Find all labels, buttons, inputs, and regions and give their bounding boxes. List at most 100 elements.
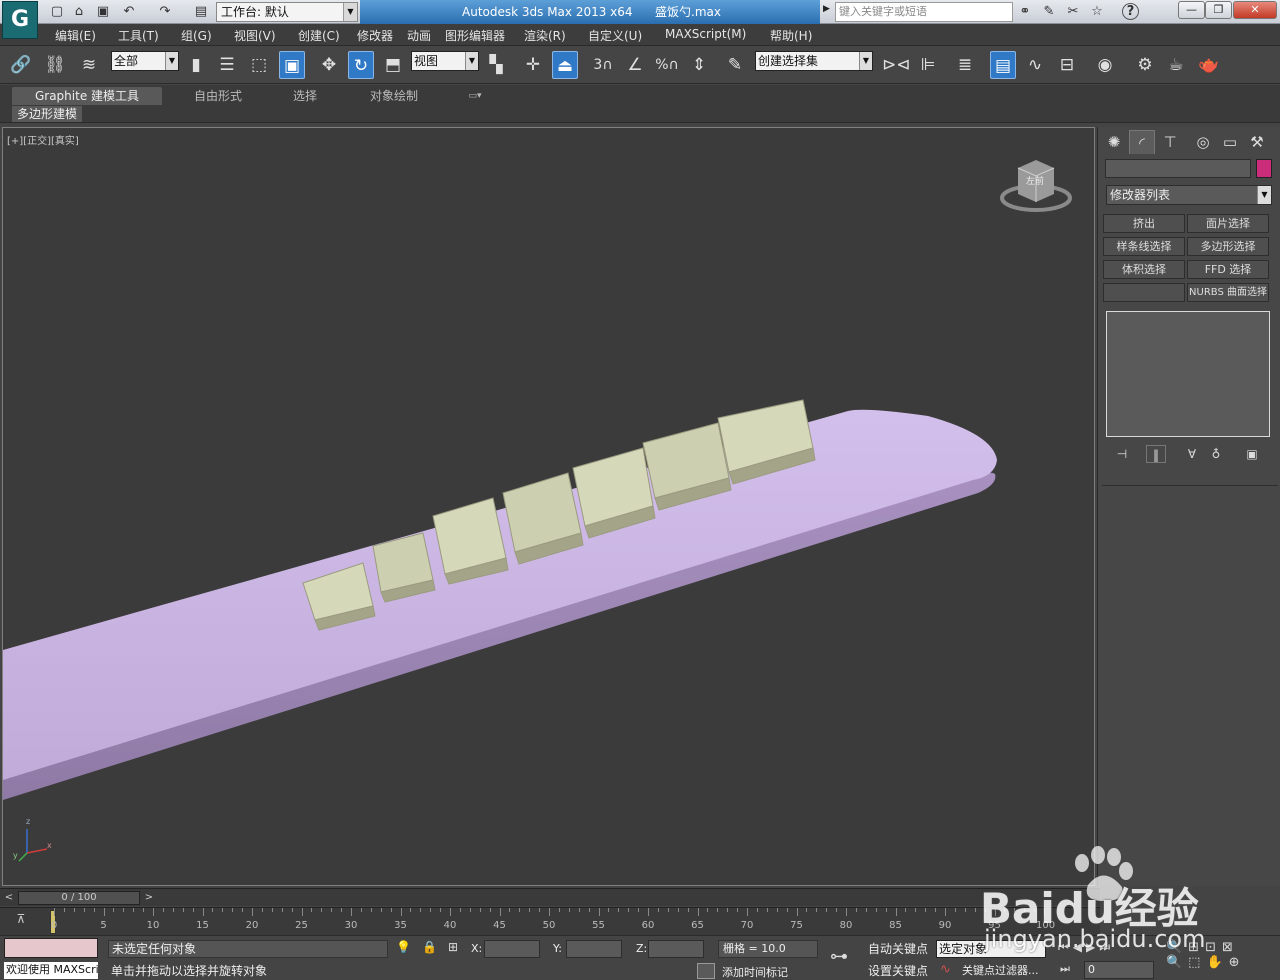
panel-polygon-modeling[interactable]: 多边形建模	[12, 106, 82, 122]
unlink-icon[interactable]: ⛓	[42, 51, 68, 79]
select-and-link-icon[interactable]: 🔗	[8, 51, 34, 79]
time-slider-thumb[interactable]: 0 / 100	[18, 891, 140, 905]
tab-freeform[interactable]: 自由形式	[170, 87, 266, 105]
window-crossing-icon[interactable]: ▣	[279, 51, 305, 79]
set-key-icon[interactable]: ⊶	[830, 946, 848, 967]
modify-tab-icon[interactable]: ◜	[1129, 130, 1155, 154]
viewcube[interactable]: 左前	[1000, 158, 1076, 218]
manipulate-icon[interactable]: ✛	[520, 51, 546, 79]
workspace-dropdown[interactable]: 工作台: 默认 ▼	[216, 2, 358, 22]
nurbs-surface-select-button[interactable]: NURBS 曲面选择	[1187, 283, 1269, 302]
select-object-icon[interactable]: ▮	[183, 51, 209, 79]
modifier-list-dropdown[interactable]: 修改器列表 ▼	[1106, 185, 1272, 205]
select-and-rotate-icon[interactable]: ↻	[348, 51, 374, 79]
menu-views[interactable]: 视图(V)	[234, 27, 276, 44]
menu-animation[interactable]: 动画	[407, 27, 431, 44]
close-button[interactable]: ✕	[1233, 1, 1277, 19]
auto-key-button[interactable]: 自动关键点	[868, 940, 928, 958]
remove-modifier-icon[interactable]: ♁	[1206, 445, 1226, 463]
menu-tools[interactable]: 工具(T)	[118, 27, 159, 44]
object-name-field[interactable]	[1105, 159, 1251, 178]
menu-rendering[interactable]: 渲染(R)	[524, 27, 566, 44]
pin-stack-icon[interactable]: ⊣	[1112, 445, 1132, 463]
subscription-icon[interactable]: ✎	[1040, 3, 1058, 21]
key-mode-icon[interactable]: ⏭	[1060, 962, 1070, 976]
empty-modifier-button[interactable]	[1103, 283, 1185, 302]
poly-select-button[interactable]: 多边形选择	[1187, 237, 1269, 256]
motion-tab-icon[interactable]: ◎	[1190, 130, 1216, 154]
communication-icon[interactable]: ✂	[1064, 3, 1082, 21]
spinner-snap-icon[interactable]: ⇕	[686, 51, 712, 79]
configure-modifier-sets-icon[interactable]: ▣	[1242, 445, 1262, 463]
graphite-toggle-icon[interactable]: ▤	[990, 51, 1016, 79]
menu-maxscript[interactable]: MAXScript(M)	[665, 27, 746, 41]
add-time-tag-button[interactable]: 添加时间标记	[722, 964, 788, 980]
patch-select-button[interactable]: 面片选择	[1187, 214, 1269, 233]
percent-snap-icon[interactable]: %∩	[654, 51, 680, 79]
save-icon[interactable]: ▣	[94, 3, 112, 21]
hierarchy-tab-icon[interactable]: ⊤	[1157, 130, 1183, 154]
current-frame-field[interactable]: 0	[1084, 961, 1154, 979]
volume-select-button[interactable]: 体积选择	[1103, 260, 1185, 279]
maxscript-listener-mini[interactable]	[4, 938, 98, 958]
edit-named-selection-icon[interactable]: ✎	[722, 51, 748, 79]
rectangular-selection-icon[interactable]: ⬚	[246, 51, 272, 79]
minimize-button[interactable]: —	[1178, 1, 1205, 19]
ribbon-options-icon[interactable]: ▭▾	[462, 87, 488, 105]
next-frame-icon[interactable]: >	[142, 891, 156, 905]
reference-coordinate-dropdown[interactable]: 视图 ▼	[411, 51, 479, 71]
align-icon[interactable]: ⊫	[915, 51, 941, 79]
layer-manager-icon[interactable]: ≣	[952, 51, 978, 79]
extrude-button[interactable]: 挤出	[1103, 214, 1185, 233]
undo-icon[interactable]: ↶	[120, 3, 138, 21]
menu-modifiers[interactable]: 修改器	[357, 27, 393, 44]
snaps-toggle-icon[interactable]: 3∩	[590, 51, 616, 79]
curve-editor-icon[interactable]: ∿	[1022, 51, 1048, 79]
z-coord-field[interactable]	[648, 940, 704, 958]
pivot-center-icon[interactable]: ▚	[483, 51, 509, 79]
menu-graph-editors[interactable]: 图形编辑器	[445, 27, 505, 44]
new-file-icon[interactable]: ▢	[48, 3, 66, 21]
selection-filter-dropdown[interactable]: 全部 ▼	[111, 51, 179, 71]
help-icon[interactable]: ?	[1122, 3, 1139, 20]
utilities-tab-icon[interactable]: ⚒	[1244, 130, 1270, 154]
viewport-perspective[interactable]: [+][正交][真实] 左前 z x y	[2, 127, 1095, 886]
open-file-icon[interactable]: ⌂	[70, 3, 88, 21]
menu-help[interactable]: 帮助(H)	[770, 27, 812, 44]
x-coord-field[interactable]	[484, 940, 540, 958]
menu-create[interactable]: 创建(C)	[298, 27, 340, 44]
mirror-icon[interactable]: ⊳⊲	[882, 51, 911, 79]
play-arrow-icon[interactable]: ▶	[823, 4, 833, 20]
track-bar[interactable]: ⊼ 0 5 10 15 20 25 30 35 40 45 50 55 60 65 70 75 80 85 90 95…	[0, 907, 1100, 935]
modifier-stack[interactable]	[1106, 311, 1270, 437]
spline-select-button[interactable]: 样条线选择	[1103, 237, 1185, 256]
search-input[interactable]: 键入关键字或短语	[835, 2, 1013, 22]
material-editor-icon[interactable]: ◉	[1092, 51, 1118, 79]
selection-lock-icon[interactable]: 🔒	[422, 940, 437, 954]
menu-customize[interactable]: 自定义(U)	[588, 27, 642, 44]
mini-curve-editor-icon[interactable]: ⊼	[10, 912, 32, 932]
app-menu-logo[interactable]: G	[2, 1, 38, 39]
select-and-move-icon[interactable]: ✥	[316, 51, 342, 79]
schematic-view-icon[interactable]: ⊟	[1054, 51, 1080, 79]
tab-graphite-modeling[interactable]: Graphite 建模工具	[12, 87, 162, 105]
tab-object-paint[interactable]: 对象绘制	[350, 87, 438, 105]
keyboard-shortcut-override-icon[interactable]: ⏏	[552, 51, 578, 79]
restore-button[interactable]: ❐	[1205, 1, 1232, 19]
y-coord-field[interactable]	[566, 940, 622, 958]
render-production-icon[interactable]: 🫖	[1196, 51, 1222, 79]
welcome-text[interactable]: 欢迎使用 MAXScri	[4, 962, 98, 979]
time-tag-icon[interactable]	[697, 963, 715, 979]
binoculars-icon[interactable]: ⚭	[1016, 3, 1034, 21]
bind-space-warp-icon[interactable]: ≋	[76, 51, 102, 79]
menu-group[interactable]: 组(G)	[181, 27, 212, 44]
set-key-button[interactable]: 设置关键点	[868, 962, 928, 980]
redo-icon[interactable]: ↷	[156, 3, 174, 21]
object-color-swatch[interactable]	[1256, 159, 1272, 178]
key-filters-button[interactable]: 关键点过滤器...	[962, 962, 1039, 980]
menu-edit[interactable]: 编辑(E)	[55, 27, 96, 44]
time-slider[interactable]: < 0 / 100 >	[0, 888, 1100, 906]
isolate-selection-icon[interactable]: 💡	[396, 940, 411, 954]
render-setup-icon[interactable]: ⚙	[1132, 51, 1158, 79]
make-unique-icon[interactable]: ∀	[1182, 445, 1202, 463]
